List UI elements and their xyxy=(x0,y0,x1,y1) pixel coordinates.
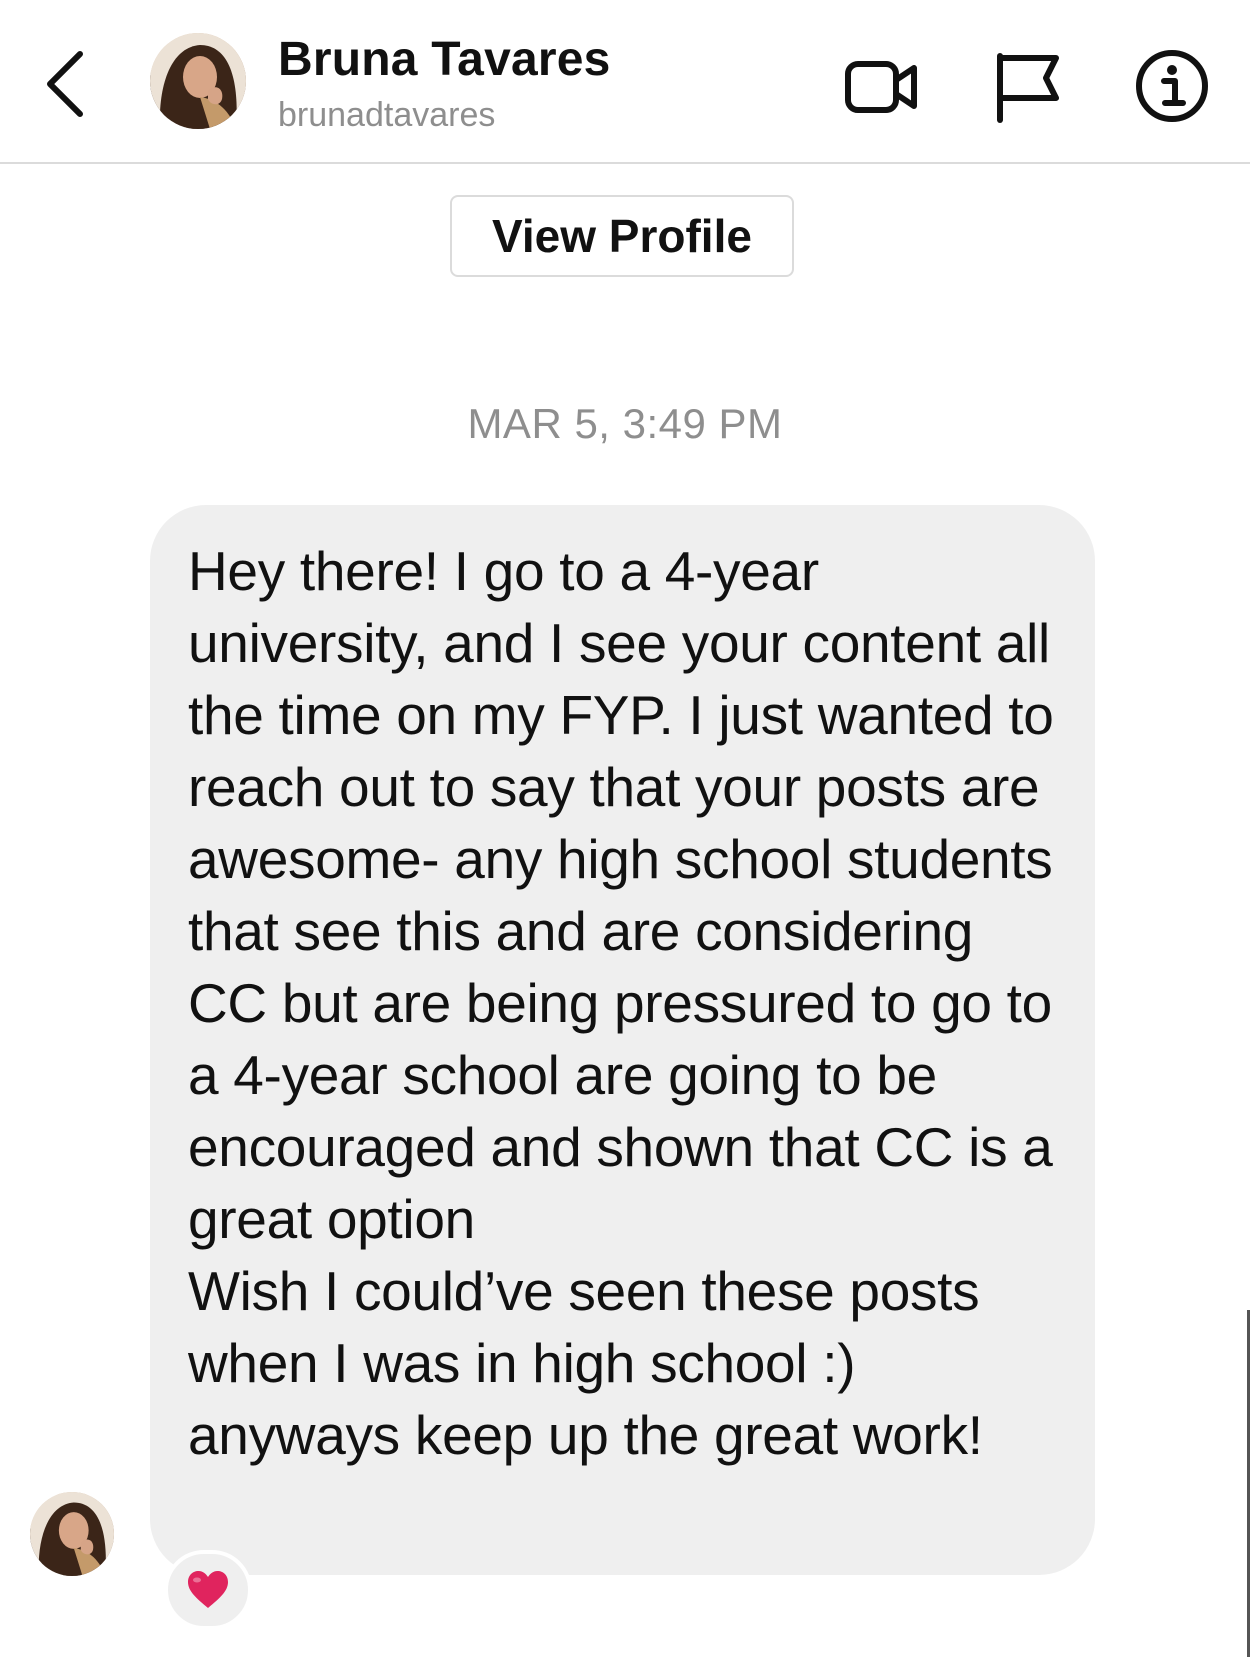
chat-header: Bruna Tavares brunadtavares xyxy=(0,0,1250,164)
sender-avatar[interactable] xyxy=(30,1492,114,1576)
video-camera-icon[interactable] xyxy=(842,46,922,126)
red-heart-icon xyxy=(188,1571,228,1608)
info-icon[interactable] xyxy=(1132,46,1212,126)
chevron-left-icon[interactable] xyxy=(38,46,90,122)
contact-username: brunadtavares xyxy=(278,96,496,134)
contact-name: Bruna Tavares xyxy=(278,33,611,86)
message-reaction[interactable] xyxy=(164,1550,252,1630)
avatar[interactable] xyxy=(150,33,246,129)
message-timestamp: MAR 5, 3:49 PM xyxy=(467,400,783,447)
view-profile-button[interactable]: View Profile xyxy=(450,195,794,277)
message-bubble[interactable]: Hey there! I go to a 4-year university, … xyxy=(150,505,1095,1575)
message-text: Hey there! I go to a 4-year university, … xyxy=(188,540,1054,1466)
flag-icon[interactable] xyxy=(990,46,1070,126)
